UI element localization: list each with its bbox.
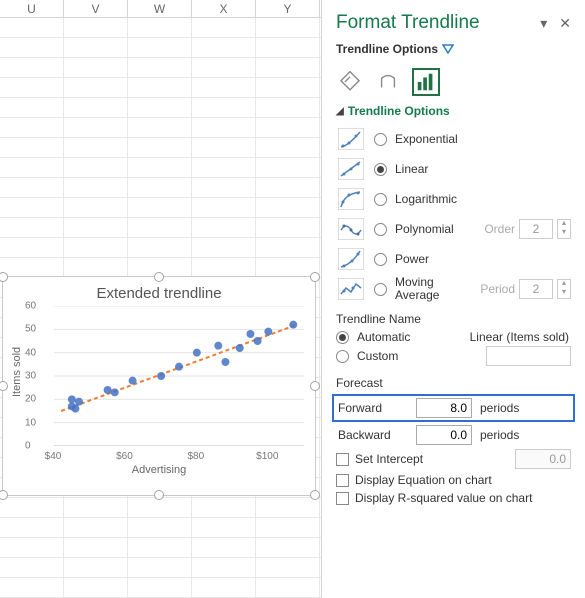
pane-subheader[interactable]: Trendline Options bbox=[336, 42, 438, 56]
label-display-equation[interactable]: Display Equation on chart bbox=[355, 473, 492, 487]
backward-unit: periods bbox=[480, 428, 519, 442]
tab-effects[interactable] bbox=[374, 68, 402, 96]
backward-label: Backward bbox=[338, 428, 408, 442]
order-label: Order bbox=[484, 222, 515, 236]
section-title[interactable]: Trendline Options bbox=[348, 104, 450, 118]
radio-automatic[interactable] bbox=[336, 331, 349, 344]
spreadsheet-area: U V W X Y bbox=[0, 0, 321, 598]
column-headers: U V W X Y bbox=[0, 0, 321, 18]
logarithmic-thumb-icon bbox=[336, 186, 366, 212]
intercept-input bbox=[515, 449, 571, 469]
chart-ylabel: Items sold bbox=[11, 347, 23, 397]
order-input bbox=[519, 219, 553, 239]
radio-logarithmic[interactable] bbox=[374, 193, 387, 206]
forecast-label: Forecast bbox=[336, 376, 571, 390]
dropdown-arrow-icon[interactable] bbox=[442, 44, 454, 54]
checkbox-display-r2[interactable] bbox=[336, 492, 349, 505]
resize-handle[interactable] bbox=[310, 272, 320, 282]
dropdown-icon[interactable]: ▾ bbox=[540, 15, 547, 32]
label-custom[interactable]: Custom bbox=[357, 349, 398, 363]
label-moving-average[interactable]: MovingAverage bbox=[395, 276, 439, 302]
forward-label: Forward bbox=[338, 401, 408, 415]
radio-polynomial[interactable] bbox=[374, 223, 387, 236]
cell-grid[interactable]: Extended trendline Items sold 0102030405… bbox=[0, 18, 321, 598]
radio-linear[interactable] bbox=[374, 163, 387, 176]
label-logarithmic[interactable]: Logarithmic bbox=[395, 192, 457, 206]
radio-custom[interactable] bbox=[336, 350, 349, 363]
resize-handle[interactable] bbox=[0, 381, 8, 391]
period-spinner: ▴▾ bbox=[557, 279, 571, 299]
label-set-intercept[interactable]: Set Intercept bbox=[355, 452, 423, 466]
chart-xlabel: Advertising bbox=[3, 464, 315, 476]
period-input bbox=[519, 279, 553, 299]
col-x[interactable]: X bbox=[192, 0, 256, 17]
tab-fill-line[interactable] bbox=[336, 68, 364, 96]
label-power[interactable]: Power bbox=[395, 252, 429, 266]
format-trendline-pane: Format Trendline ▾ ✕ Trendline Options ◢… bbox=[321, 0, 585, 598]
trendline-name-label: Trendline Name bbox=[336, 312, 571, 326]
label-display-r2[interactable]: Display R-squared value on chart bbox=[355, 491, 532, 505]
period-label: Period bbox=[480, 282, 515, 296]
exponential-thumb-icon bbox=[336, 126, 366, 152]
custom-name-input[interactable] bbox=[486, 346, 571, 366]
checkbox-set-intercept[interactable] bbox=[336, 453, 349, 466]
resize-handle[interactable] bbox=[154, 272, 164, 282]
collapse-icon[interactable]: ◢ bbox=[336, 106, 344, 117]
backward-input[interactable] bbox=[416, 425, 472, 445]
pane-title: Format Trendline bbox=[336, 12, 480, 34]
col-v[interactable]: V bbox=[64, 0, 128, 17]
power-thumb-icon bbox=[336, 246, 366, 272]
radio-moving-average[interactable] bbox=[374, 283, 387, 296]
col-w[interactable]: W bbox=[128, 0, 192, 17]
label-exponential[interactable]: Exponential bbox=[395, 132, 458, 146]
forward-unit: periods bbox=[480, 401, 519, 415]
auto-name-value: Linear (Items sold) bbox=[470, 330, 571, 344]
moving-average-thumb-icon bbox=[336, 276, 366, 302]
label-polynomial[interactable]: Polynomial bbox=[395, 222, 454, 236]
order-spinner: ▴▾ bbox=[557, 219, 571, 239]
col-u[interactable]: U bbox=[0, 0, 64, 17]
label-automatic[interactable]: Automatic bbox=[357, 330, 410, 344]
embedded-chart[interactable]: Extended trendline Items sold 0102030405… bbox=[2, 276, 316, 496]
chart-plot-area[interactable]: 0102030405060 $40$60$80$100 bbox=[53, 306, 305, 446]
resize-handle[interactable] bbox=[154, 490, 164, 500]
radio-power[interactable] bbox=[374, 253, 387, 266]
forward-input[interactable] bbox=[416, 398, 472, 418]
polynomial-thumb-icon bbox=[336, 216, 366, 242]
tab-trendline-options[interactable] bbox=[412, 68, 440, 96]
resize-handle[interactable] bbox=[310, 381, 320, 391]
linear-thumb-icon bbox=[336, 156, 366, 182]
resize-handle[interactable] bbox=[310, 490, 320, 500]
label-linear[interactable]: Linear bbox=[395, 162, 428, 176]
chart-svg bbox=[53, 306, 305, 446]
checkbox-display-equation[interactable] bbox=[336, 474, 349, 487]
radio-exponential[interactable] bbox=[374, 133, 387, 146]
close-icon[interactable]: ✕ bbox=[559, 15, 571, 32]
col-y[interactable]: Y bbox=[256, 0, 320, 17]
